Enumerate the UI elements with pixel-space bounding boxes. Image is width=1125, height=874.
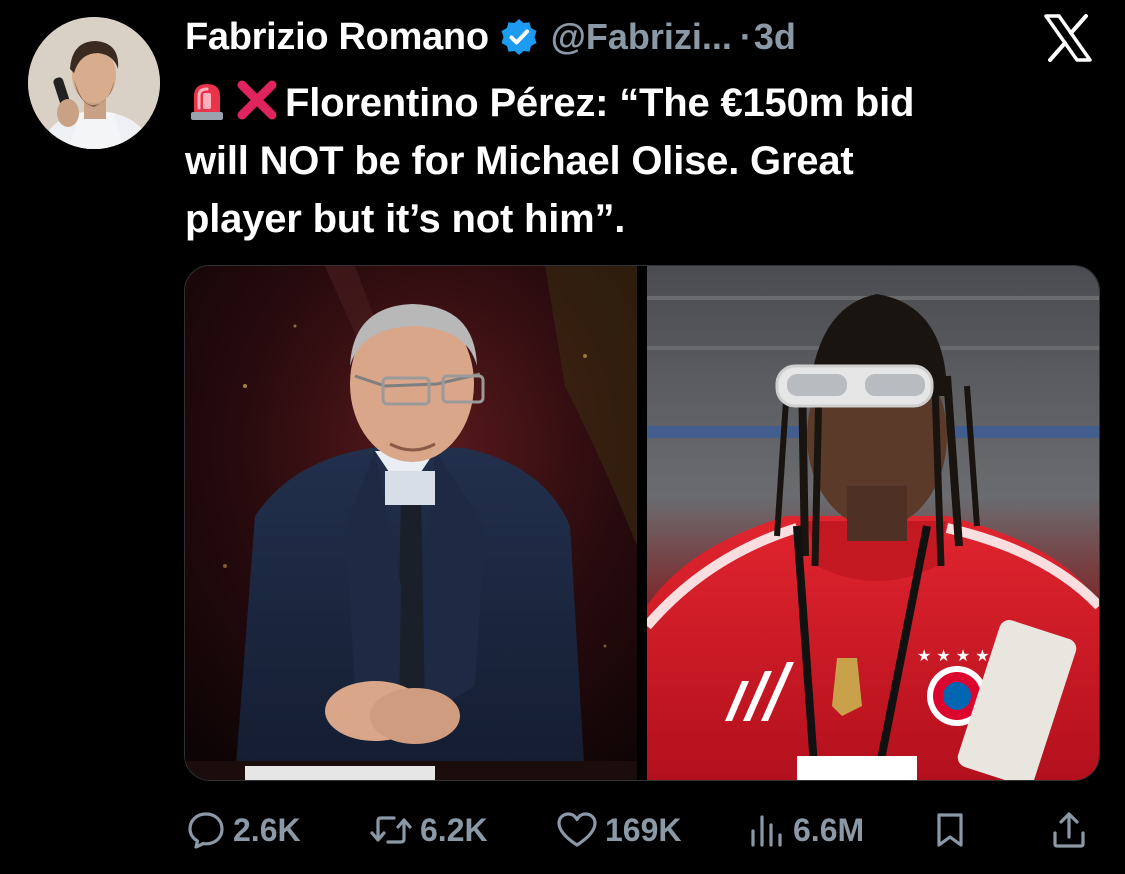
reply-button[interactable]: 2.6K bbox=[185, 806, 301, 854]
reply-icon bbox=[188, 812, 224, 849]
tweet-text-line-1-text: Florentino Pérez: “The €150m bid bbox=[285, 81, 915, 125]
author-handle[interactable]: @Fabrizi... bbox=[551, 16, 732, 58]
like-button[interactable]: 169K bbox=[555, 806, 682, 854]
avatar[interactable] bbox=[28, 17, 160, 149]
bookmark-button[interactable] bbox=[933, 806, 973, 854]
views-icon bbox=[751, 815, 782, 847]
bookmark-icon bbox=[937, 813, 963, 847]
cross-mark-icon bbox=[237, 80, 277, 120]
author-name[interactable]: Fabrizio Romano bbox=[185, 16, 489, 59]
tweet-text-line-2: will NOT be for Michael Olise. Great bbox=[185, 139, 854, 183]
like-count: 169K bbox=[605, 811, 682, 848]
share-button[interactable] bbox=[1049, 806, 1095, 854]
repost-count: 6.2K bbox=[420, 811, 488, 848]
timestamp[interactable]: 3d bbox=[754, 16, 796, 58]
tweet-text-line-1: Florentino Pérez: “The €150m bid bbox=[185, 74, 1085, 132]
views-button[interactable]: 6.6M bbox=[747, 806, 864, 854]
repost-button[interactable]: 6.2K bbox=[368, 806, 488, 854]
media-photo-right[interactable]: ★ ★ ★ ★ ★ bbox=[647, 266, 1099, 780]
tweet-actions: 2.6K 6.2K 169K 6.6M bbox=[185, 806, 1095, 854]
heart-icon bbox=[557, 812, 597, 847]
x-logo-icon bbox=[1044, 14, 1092, 62]
rotating-light-icon bbox=[191, 84, 223, 120]
separator-dot: · bbox=[739, 16, 752, 57]
reply-count: 2.6K bbox=[233, 811, 301, 848]
tweet-media[interactable]: ★ ★ ★ ★ ★ bbox=[184, 265, 1100, 781]
share-icon bbox=[1053, 812, 1085, 848]
tweet-text: Florentino Pérez: “The €150m bid will NO… bbox=[185, 74, 1085, 248]
tweet-header: Fabrizio Romano @Fabrizi... · 3d bbox=[185, 14, 796, 60]
tweet-text-line-3: player but it’s not him”. bbox=[185, 197, 626, 241]
media-photo-left[interactable] bbox=[185, 266, 637, 780]
verified-badge-icon bbox=[501, 19, 537, 55]
views-count: 6.6M bbox=[793, 811, 865, 848]
repost-icon bbox=[370, 816, 412, 844]
